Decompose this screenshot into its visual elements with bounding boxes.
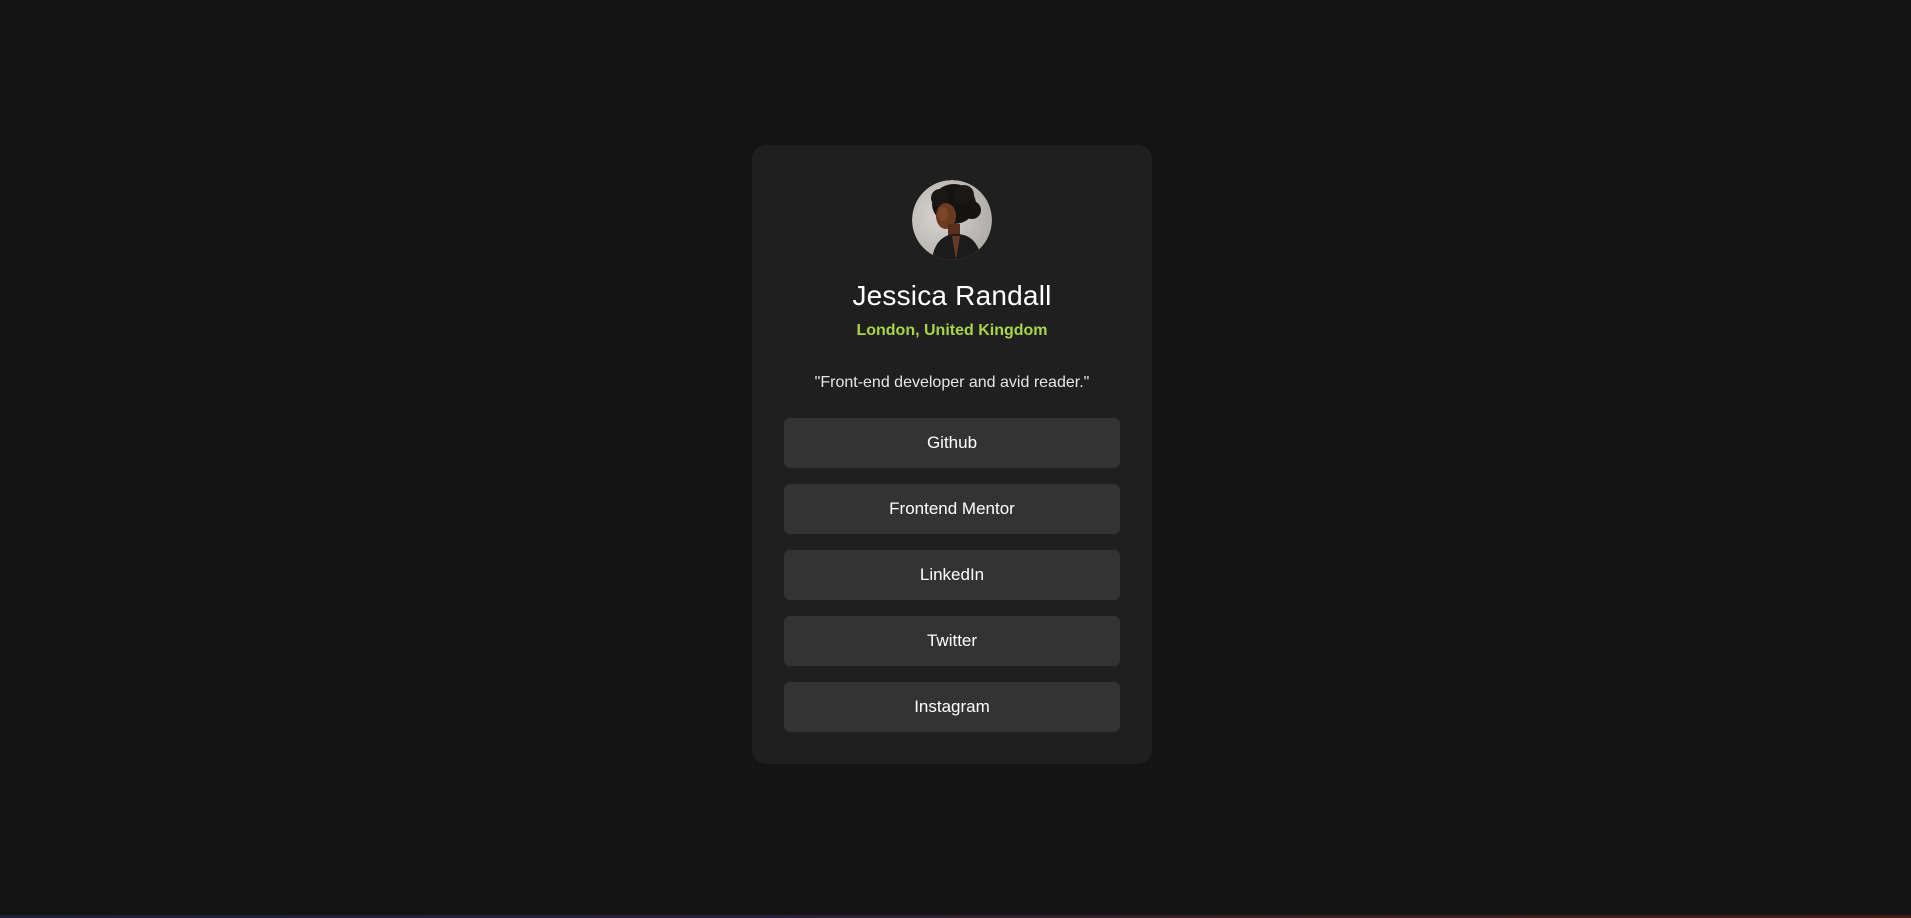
github-link-button[interactable]: Github [784, 418, 1120, 468]
profile-location: London, United Kingdom [856, 322, 1048, 339]
twitter-link-button[interactable]: Twitter [784, 616, 1120, 666]
avatar [912, 180, 992, 260]
frontend-mentor-link-button[interactable]: Frontend Mentor [784, 484, 1120, 534]
linkedin-link-button[interactable]: LinkedIn [784, 550, 1120, 600]
instagram-link-button[interactable]: Instagram [784, 682, 1120, 732]
social-links: Github Frontend Mentor LinkedIn Twitter … [784, 418, 1120, 732]
profile-bio: "Front-end developer and avid reader." [814, 374, 1090, 391]
profile-name: Jessica Randall [852, 280, 1052, 311]
profile-card: Jessica Randall London, United Kingdom "… [752, 145, 1152, 764]
